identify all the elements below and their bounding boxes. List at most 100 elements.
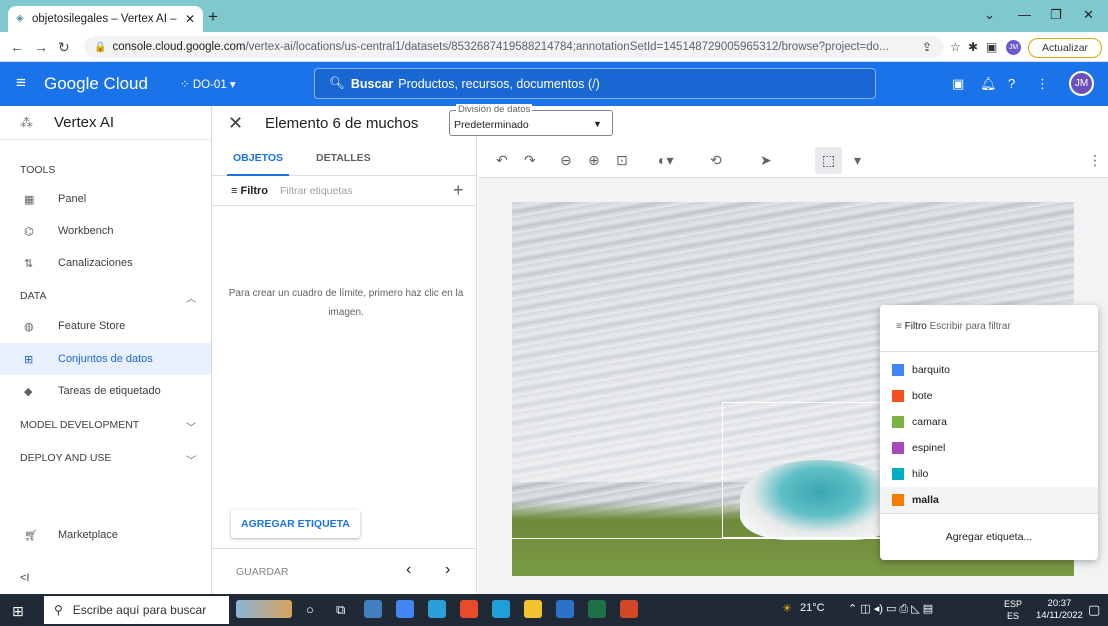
extensions-icon[interactable]: ✱ xyxy=(968,40,978,54)
forward-icon[interactable]: → xyxy=(34,39,48,55)
vertex-logo-icon: ⁂ xyxy=(20,114,33,130)
search-bar[interactable]: 🔍︎ Buscar Productos, recursos, documento… xyxy=(314,68,876,99)
label-option-highlighted[interactable]: malla xyxy=(880,487,1098,513)
edge-icon[interactable] xyxy=(492,600,510,618)
more-options-icon[interactable]: ⋮ xyxy=(1036,76,1049,92)
system-tray-icons[interactable]: ⌃ ◫ ◂) ▭ ⎙ ◺ ▤ xyxy=(848,602,933,616)
panel-tabs: OBJETOS DETALLES xyxy=(212,144,477,176)
file-explorer-icon[interactable] xyxy=(524,600,542,618)
tab-objects[interactable]: OBJETOS xyxy=(227,152,289,176)
windows-start-icon[interactable]: ⊞ xyxy=(12,603,24,620)
close-icon[interactable]: ✕ xyxy=(228,113,243,134)
restore-icon[interactable]: ❐ xyxy=(1050,7,1062,23)
excel-icon[interactable] xyxy=(588,600,606,618)
mail-icon[interactable] xyxy=(428,600,446,618)
profile-avatar[interactable]: JM xyxy=(1006,40,1021,55)
task-view-icon[interactable]: ⧉ xyxy=(336,602,345,618)
add-icon[interactable]: + xyxy=(453,180,464,201)
cortana-icon[interactable]: ○ xyxy=(306,602,314,617)
sidebar-item-label: Conjuntos de datos xyxy=(58,353,153,365)
share-icon[interactable]: ⇪ xyxy=(922,40,932,54)
language-indicator[interactable]: ESP ES xyxy=(1004,598,1022,622)
taskbar-search[interactable]: ⚲ Escribe aquí para buscar xyxy=(44,596,229,624)
image-toolbar: ↶ ↷ ⊖ ⊕ ⊡ ◐▾ ⟲ ➤ ⬚ ▾ ⋮ xyxy=(478,144,1108,178)
notification-center-icon[interactable]: ▢ xyxy=(1088,602,1100,618)
toolbar-more-icon[interactable]: ⋮ xyxy=(1088,152,1102,169)
address-bar-row: ← → ↻ 🔒 console.cloud.google.com/vertex-… xyxy=(0,32,1108,62)
new-tab-button[interactable]: + xyxy=(208,7,218,27)
tab-search-icon[interactable]: ⌄ xyxy=(984,7,995,23)
cloud-shell-icon[interactable]: ▣ xyxy=(952,76,964,92)
clock[interactable]: 20:37 14/11/2022 xyxy=(1036,598,1083,622)
close-tab-icon[interactable]: ✕ xyxy=(185,12,195,26)
hamburger-menu-icon[interactable]: ≡ xyxy=(16,73,26,93)
chevron-left-icon[interactable]: ‹ xyxy=(406,561,411,579)
minimize-icon[interactable]: — xyxy=(1018,7,1031,22)
bounding-box-icon[interactable]: ⬚ xyxy=(822,152,835,169)
sidebar-icon[interactable]: ▣ xyxy=(986,40,997,54)
sidebar-item-labeling[interactable]: ◆ Tareas de etiquetado xyxy=(0,375,211,407)
url-field[interactable]: 🔒 console.cloud.google.com/vertex-ai/loc… xyxy=(84,36,944,58)
bbox-hint: Para crear un cuadro de límite, primero … xyxy=(228,288,464,318)
update-button[interactable]: Actualizar xyxy=(1028,38,1102,58)
back-icon[interactable]: ← xyxy=(10,39,24,55)
label-filter[interactable]: ≡ Filtro Filtrar etiquetas + xyxy=(212,176,477,206)
label-option-name: malla xyxy=(912,494,939,506)
popup-filter[interactable]: ≡ Filtro Escribir para filtrar xyxy=(896,321,1011,332)
help-icon[interactable]: ? xyxy=(1008,76,1015,91)
label-option[interactable]: bote xyxy=(880,383,1098,409)
label-option[interactable]: hilo xyxy=(880,461,1098,487)
collapse-sidebar-icon[interactable]: <I xyxy=(20,572,29,584)
close-window-icon[interactable]: ✕ xyxy=(1083,7,1094,23)
fit-to-screen-icon[interactable]: ⊡ xyxy=(616,152,628,169)
chevron-down-icon[interactable]: ﹀ xyxy=(186,452,196,467)
search-placeholder: Productos, recursos, documentos (/) xyxy=(398,76,600,91)
clock-date: 14/11/2022 xyxy=(1036,610,1083,621)
pointer-icon[interactable]: ➤ xyxy=(760,152,772,169)
save-button[interactable]: GUARDAR xyxy=(236,566,289,578)
sidebar-item-label: Canalizaciones xyxy=(58,257,133,269)
vertex-sidebar: ⁂ Vertex AI TOOLS ▦ Panel ⌬ Workbench ⇅ Can… xyxy=(0,106,212,594)
tool-dropdown-icon[interactable]: ▾ xyxy=(854,152,861,169)
label-option[interactable]: espinel xyxy=(880,435,1098,461)
label-color-swatch xyxy=(892,442,904,454)
sidebar-item-pipelines[interactable]: ⇅ Canalizaciones xyxy=(0,247,211,279)
gcp-brand[interactable]: Google Cloud xyxy=(44,74,148,94)
weather-widget-icon[interactable] xyxy=(236,600,292,618)
zoom-out-icon[interactable]: ⊖ xyxy=(560,152,572,169)
sidebar-item-panel[interactable]: ▦ Panel xyxy=(0,183,211,215)
undo-icon[interactable]: ↶ xyxy=(496,152,508,169)
chevron-right-icon[interactable]: › xyxy=(445,561,450,579)
label-option[interactable]: barquito xyxy=(880,357,1098,383)
acrobat-icon[interactable] xyxy=(460,600,478,618)
brightness-icon[interactable]: ◐▾ xyxy=(658,152,673,169)
browser-tab[interactable]: ◈ objetosilegales – Vertex AI – DO- ✕ xyxy=(8,6,203,32)
datasets-icon: ⊞ xyxy=(24,353,34,366)
add-label-button[interactable]: AGREGAR ETIQUETA xyxy=(231,510,360,538)
search-icon: ⚲ xyxy=(54,603,63,617)
lock-icon: 🔒 xyxy=(94,41,107,53)
sidebar-item-workbench[interactable]: ⌬ Workbench xyxy=(0,215,211,247)
chevron-up-icon[interactable]: ︿ xyxy=(186,290,196,305)
reload-icon[interactable]: ↻ xyxy=(58,39,70,56)
sidebar-item-datasets[interactable]: ⊞ Conjuntos de datos xyxy=(0,343,211,375)
notifications-bell-icon[interactable]: 🔔︎ xyxy=(980,76,997,92)
rotate-icon[interactable]: ⟲ xyxy=(710,152,722,169)
bookmark-star-icon[interactable]: ☆ xyxy=(950,40,961,54)
sidebar-item-marketplace[interactable]: 🛒︎ Marketplace xyxy=(0,519,211,551)
label-option[interactable]: camara xyxy=(880,409,1098,435)
tab-details[interactable]: DETALLES xyxy=(316,152,371,164)
sidebar-item-feature-store[interactable]: ◍ Feature Store xyxy=(0,310,211,342)
data-split-select[interactable]: División de datos Predeterminado ▼ xyxy=(449,104,613,136)
weather-temp[interactable]: 21°C xyxy=(800,602,825,614)
chevron-down-icon[interactable]: ﹀ xyxy=(186,419,196,434)
zoom-in-icon[interactable]: ⊕ xyxy=(588,152,600,169)
store-icon[interactable] xyxy=(364,600,382,618)
powerpoint-icon[interactable] xyxy=(620,600,638,618)
chrome-icon[interactable] xyxy=(396,600,414,618)
project-selector[interactable]: ⁘ DO-01 ▾ xyxy=(180,77,236,91)
account-avatar[interactable]: JM xyxy=(1069,71,1094,96)
chrome-profile-icon[interactable] xyxy=(556,600,574,618)
add-label-option[interactable]: Agregar etiqueta... xyxy=(880,531,1098,543)
redo-icon[interactable]: ↷ xyxy=(524,152,536,169)
